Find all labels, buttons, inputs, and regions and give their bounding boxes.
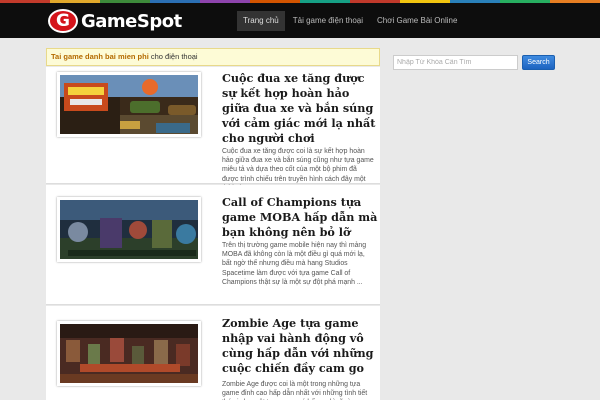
post-item: Call of Champions tựa game MOBA hấp dẫn … bbox=[46, 185, 380, 305]
call-of-champions-thumbnail[interactable] bbox=[57, 197, 201, 262]
racing-tank-thumbnail[interactable] bbox=[57, 72, 201, 137]
nav-item-home[interactable]: Trang chủ bbox=[237, 11, 285, 31]
gamespot-logo-icon: G bbox=[48, 9, 78, 33]
main-content: Tai game danh bai mien phi cho điện thoạ… bbox=[46, 48, 382, 400]
notice-bar: Tai game danh bai mien phi cho điện thoạ… bbox=[46, 48, 380, 66]
post-excerpt: Trên thị trường game mobile hiện nay thì… bbox=[222, 242, 367, 286]
notice-link[interactable]: Tai game danh bai mien phi bbox=[51, 52, 149, 61]
post-item: Zombie Age tựa game nhập vai hành động v… bbox=[46, 306, 380, 400]
main-nav: Trang chủ Tải game điện thoại Chơi Game … bbox=[237, 11, 465, 31]
post-item: Cuộc đua xe tăng được sự kết hợp hoàn hả… bbox=[46, 67, 380, 192]
notice-text: cho điện thoại bbox=[148, 52, 198, 61]
nav-item-card-games[interactable]: Chơi Game Bài Online bbox=[371, 11, 463, 31]
post-excerpt: Zombie Age được coi là một trong những t… bbox=[222, 381, 368, 400]
search-form: Search bbox=[393, 55, 555, 70]
search-input[interactable] bbox=[393, 55, 518, 70]
post-title[interactable]: Call of Champions tựa game MOBA hấp dẫn … bbox=[222, 195, 378, 240]
search-button[interactable]: Search bbox=[522, 55, 555, 70]
site-logo[interactable]: G GameSpot bbox=[48, 7, 182, 35]
nav-item-mobile-games[interactable]: Tải game điện thoại bbox=[287, 11, 369, 31]
zombie-age-thumbnail[interactable] bbox=[57, 321, 201, 386]
site-header: G GameSpot Trang chủ Tải game điện thoại… bbox=[0, 3, 600, 38]
post-title[interactable]: Zombie Age tựa game nhập vai hành động v… bbox=[222, 316, 378, 376]
post-title[interactable]: Cuộc đua xe tăng được sự kết hợp hoàn hả… bbox=[222, 71, 378, 146]
logo-text: GameSpot bbox=[81, 10, 182, 32]
